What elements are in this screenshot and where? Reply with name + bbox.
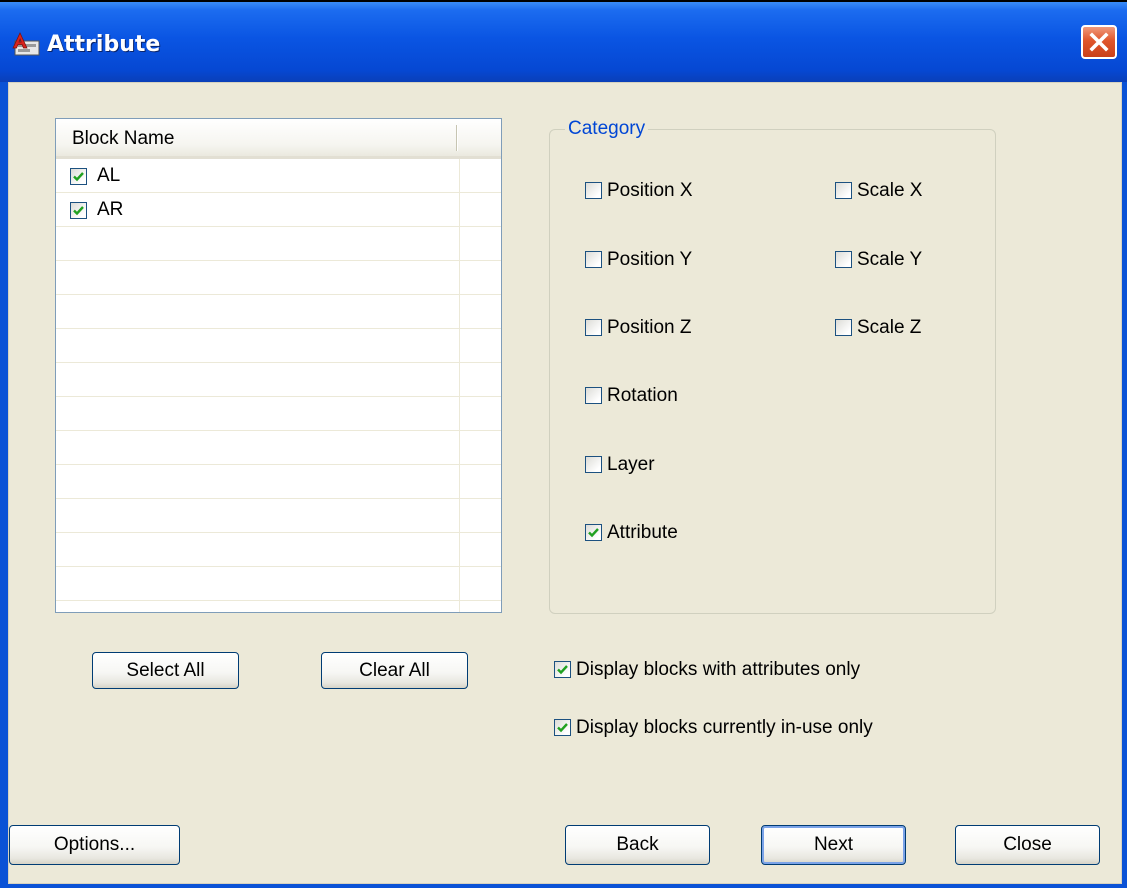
block-name: AR [97,199,124,220]
position-x-label: Position X [607,180,693,201]
scale-y-label: Scale Y [857,249,923,270]
empty-row [56,499,501,533]
block-list[interactable]: Block Name AL AR [55,118,502,613]
close-label: Close [1003,834,1052,855]
layer-checkbox[interactable] [585,456,602,473]
check-icon [73,206,84,216]
options-button[interactable]: Options... [9,825,180,865]
scale-x-label: Scale X [857,180,923,201]
position-x-checkbox[interactable] [585,182,602,199]
position-z-label: Position Z [607,317,692,338]
next-button[interactable]: Next [761,825,906,865]
scale-y-checkbox[interactable] [835,251,852,268]
close-button[interactable]: Close [955,825,1100,865]
column-divider[interactable] [456,125,457,151]
clear-all-button[interactable]: Clear All [321,652,468,689]
attribute-dialog: Attribute Block Name AL AR Select All Cl… [0,0,1127,888]
dialog-body: Block Name AL AR Select All Clear All Ca… [8,82,1122,884]
attributes-only-label: Display blocks with attributes only [576,659,861,680]
empty-row [56,363,501,397]
back-label: Back [616,834,659,855]
in-use-only-checkbox[interactable] [554,719,571,736]
block-name-column-header: Block Name [72,128,175,149]
check-icon [557,665,568,675]
select-all-label: Select All [126,659,205,681]
empty-row [56,567,501,601]
dialog-title: Attribute [47,32,161,57]
empty-row [56,227,501,261]
empty-row [56,397,501,431]
clear-all-label: Clear All [359,659,430,681]
attribute-label: Attribute [607,522,678,543]
scale-x-checkbox[interactable] [835,182,852,199]
empty-row [56,329,501,363]
block-checkbox-ar[interactable] [70,202,87,219]
next-label: Next [813,834,854,855]
autocad-app-icon [12,32,40,56]
layer-label: Layer [607,454,655,475]
check-icon [588,528,599,538]
position-y-label: Position Y [607,249,693,270]
block-list-body: AL AR [56,159,501,612]
in-use-only-label: Display blocks currently in-use only [576,717,873,738]
empty-row [56,261,501,295]
empty-row [56,533,501,567]
list-item[interactable]: AR [56,193,501,227]
empty-row [56,465,501,499]
category-group-title: Category [565,118,649,140]
empty-row [56,431,501,465]
position-y-checkbox[interactable] [585,251,602,268]
block-list-header[interactable]: Block Name [56,119,501,159]
empty-row [56,295,501,329]
close-icon [1089,32,1109,52]
options-label: Options... [53,834,136,855]
list-item[interactable]: AL [56,159,501,193]
attribute-checkbox[interactable] [585,524,602,541]
block-checkbox-al[interactable] [70,168,87,185]
position-z-checkbox[interactable] [585,319,602,336]
rotation-label: Rotation [607,385,678,406]
back-button[interactable]: Back [565,825,710,865]
attributes-only-checkbox[interactable] [554,661,571,678]
scale-z-checkbox[interactable] [835,319,852,336]
rotation-checkbox[interactable] [585,387,602,404]
title-bar[interactable]: Attribute [0,2,1127,82]
scale-z-label: Scale Z [857,317,922,338]
block-name: AL [97,165,121,186]
check-icon [557,723,568,733]
close-window-button[interactable] [1081,25,1117,59]
check-icon [73,172,84,182]
select-all-button[interactable]: Select All [92,652,239,689]
